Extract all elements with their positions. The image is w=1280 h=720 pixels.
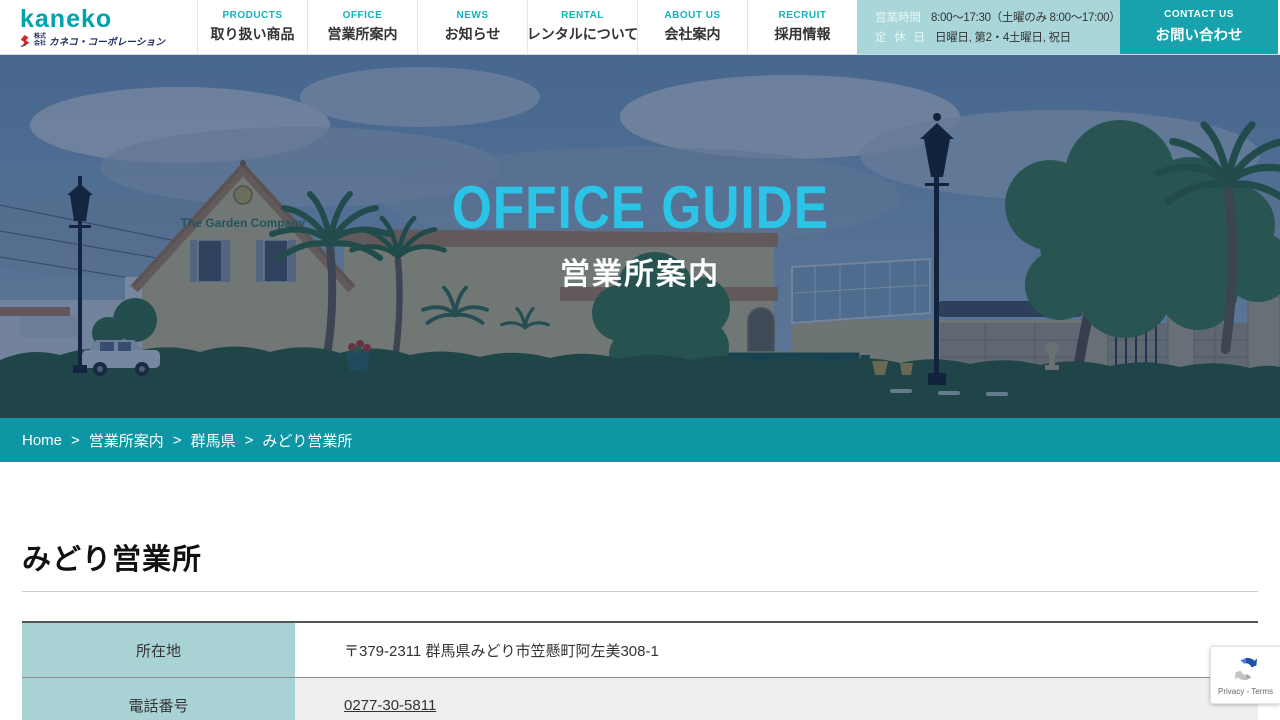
nav-en-label: NEWS bbox=[457, 10, 489, 21]
header: kaneko 株式 会社 カネコ・コーポレーション PRODUCTS 取り扱い商… bbox=[0, 0, 1280, 55]
office-info-table: 所在地 〒379-2311 群馬県みどり市笠懸町阿左美308-1 電話番号 02… bbox=[22, 621, 1258, 720]
recaptcha-badge[interactable]: Privacy - Terms bbox=[1210, 646, 1280, 704]
address-value: 〒379-2311 群馬県みどり市笠懸町阿左美308-1 bbox=[295, 623, 1258, 677]
nav-ja-label: 採用情報 bbox=[775, 24, 831, 44]
closed-days-value: 日曜日, 第2・4土曜日, 祝日 bbox=[935, 29, 1071, 45]
office-heading: みどり営業所 bbox=[22, 462, 1258, 592]
breadcrumb-gunma[interactable]: 群馬県 bbox=[191, 430, 236, 451]
phone-link[interactable]: 0277-30-5811 bbox=[344, 697, 436, 714]
breadcrumb-separator: > bbox=[173, 432, 182, 449]
logo-wordmark: kaneko bbox=[20, 7, 197, 32]
contact-en-label: CONTACT US bbox=[1164, 9, 1234, 20]
breadcrumb: Home > 営業所案内 > 群馬県 > みどり営業所 bbox=[0, 418, 1280, 462]
recaptcha-privacy-terms[interactable]: Privacy - Terms bbox=[1218, 687, 1273, 696]
nav-ja-label: レンタルについて bbox=[527, 24, 639, 44]
nav-item-recruit[interactable]: RECRUIT 採用情報 bbox=[747, 0, 857, 54]
phone-label: 電話番号 bbox=[22, 678, 295, 720]
nav-en-label: RENTAL bbox=[561, 10, 604, 21]
hero-banner: The Garden Company bbox=[0, 55, 1280, 418]
nav-ja-label: 会社案内 bbox=[665, 24, 721, 44]
breadcrumb-home[interactable]: Home bbox=[22, 432, 62, 449]
hero-titles: OFFICE GUIDE 営業所案内 bbox=[0, 55, 1280, 418]
nav-item-rental[interactable]: RENTAL レンタルについて bbox=[527, 0, 637, 54]
address-label: 所在地 bbox=[22, 623, 295, 677]
page-title-ja: 営業所案内 bbox=[560, 249, 720, 293]
page-title-en: OFFICE GUIDE bbox=[451, 178, 828, 238]
nav-en-label: PRODUCTS bbox=[222, 10, 282, 21]
main-content: みどり営業所 所在地 〒379-2311 群馬県みどり市笠懸町阿左美308-1 … bbox=[0, 462, 1280, 720]
logo-company-name: カネコ・コーポレーション bbox=[49, 34, 165, 48]
contact-ja-label: お問い合わせ bbox=[1156, 24, 1243, 45]
business-hours-panel: 営業時間 8:00〜17:30（土曜のみ 8:00〜17:00） 定休日 日曜日… bbox=[857, 0, 1120, 54]
nav-item-news[interactable]: NEWS お知らせ bbox=[417, 0, 527, 54]
nav-en-label: ABOUT US bbox=[664, 10, 720, 21]
nav-en-label: OFFICE bbox=[343, 10, 383, 21]
hours-label: 営業時間 bbox=[875, 9, 921, 25]
nav-en-label: RECRUIT bbox=[779, 10, 827, 21]
breadcrumb-separator: > bbox=[245, 432, 254, 449]
breadcrumb-office-guide[interactable]: 営業所案内 bbox=[89, 430, 164, 451]
logo-runner-icon bbox=[20, 35, 31, 47]
logo-company-prefix: 株式 会社 bbox=[34, 34, 46, 47]
breadcrumb-separator: > bbox=[71, 432, 80, 449]
recaptcha-icon bbox=[1231, 654, 1261, 684]
logo[interactable]: kaneko 株式 会社 カネコ・コーポレーション bbox=[0, 0, 197, 54]
nav-item-office[interactable]: OFFICE 営業所案内 bbox=[307, 0, 417, 54]
nav-ja-label: 営業所案内 bbox=[328, 24, 398, 44]
nav-ja-label: お知らせ bbox=[445, 24, 501, 44]
nav-ja-label: 取り扱い商品 bbox=[211, 24, 295, 44]
nav-item-products[interactable]: PRODUCTS 取り扱い商品 bbox=[197, 0, 307, 54]
hours-value: 8:00〜17:30（土曜のみ 8:00〜17:00） bbox=[931, 9, 1120, 25]
main-nav: PRODUCTS 取り扱い商品 OFFICE 営業所案内 NEWS お知らせ R… bbox=[197, 0, 857, 54]
table-row: 電話番号 0277-30-5811 bbox=[22, 678, 1258, 720]
contact-button[interactable]: CONTACT US お問い合わせ bbox=[1120, 0, 1278, 54]
closed-days-label: 定休日 bbox=[875, 29, 925, 45]
breadcrumb-current: みどり営業所 bbox=[262, 430, 352, 451]
table-row: 所在地 〒379-2311 群馬県みどり市笠懸町阿左美308-1 bbox=[22, 623, 1258, 678]
phone-value-cell: 0277-30-5811 bbox=[295, 678, 1258, 720]
nav-item-about[interactable]: ABOUT US 会社案内 bbox=[637, 0, 747, 54]
